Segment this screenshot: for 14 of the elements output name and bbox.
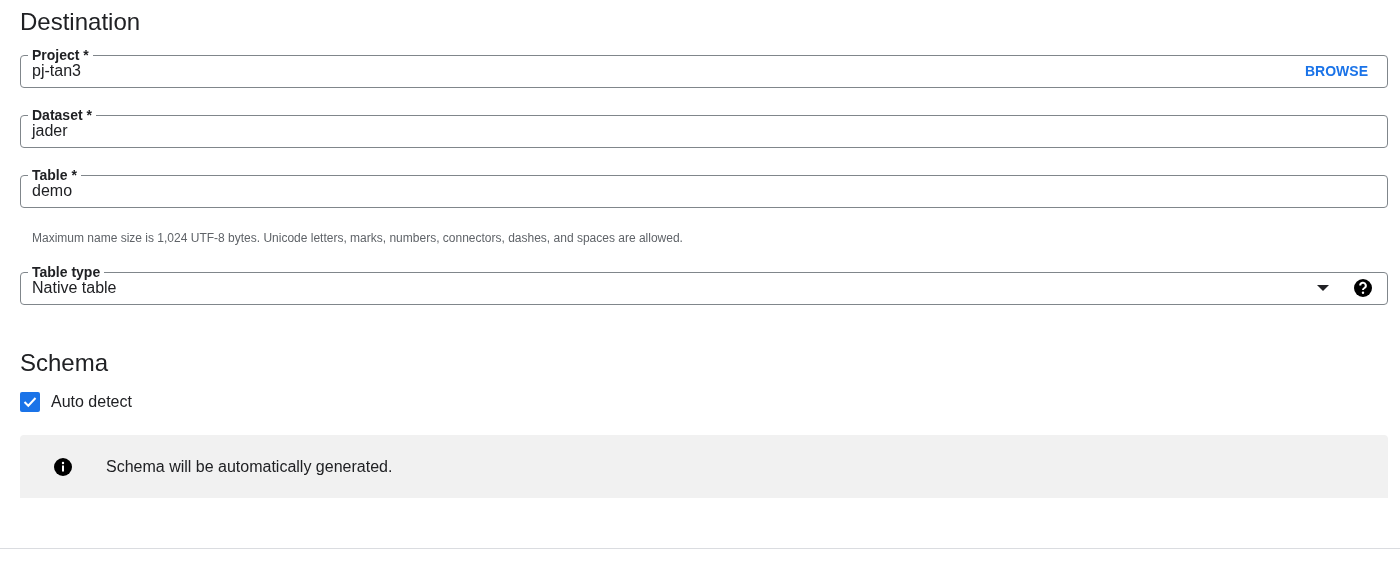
help-icon[interactable] (1353, 278, 1373, 298)
checkbox-label: Auto detect (51, 393, 132, 411)
section-heading: Destination (20, 8, 141, 36)
hint-text: Maximum name size is 1,024 UTF-8 bytes. Unicode letters, marks, numbers, connectors, dashes, and spaces are allowed. (31, 230, 683, 245)
info-icon (53, 456, 73, 477)
input-field[interactable]: Project * pj-tan3 BROWSE (20, 48, 1388, 88)
dropdown-caret-icon[interactable] (1317, 285, 1329, 291)
info-message: Schema will be automatically generated. (106, 457, 393, 476)
input-field[interactable]: Table * demo (20, 168, 1388, 208)
browse-button[interactable]: BROWSE (1300, 59, 1373, 83)
input-field[interactable]: Dataset * jader (20, 108, 1388, 148)
section-heading: Schema (20, 349, 109, 377)
select-field[interactable]: Table type Native table (20, 265, 1388, 305)
checkbox[interactable] (20, 392, 40, 412)
